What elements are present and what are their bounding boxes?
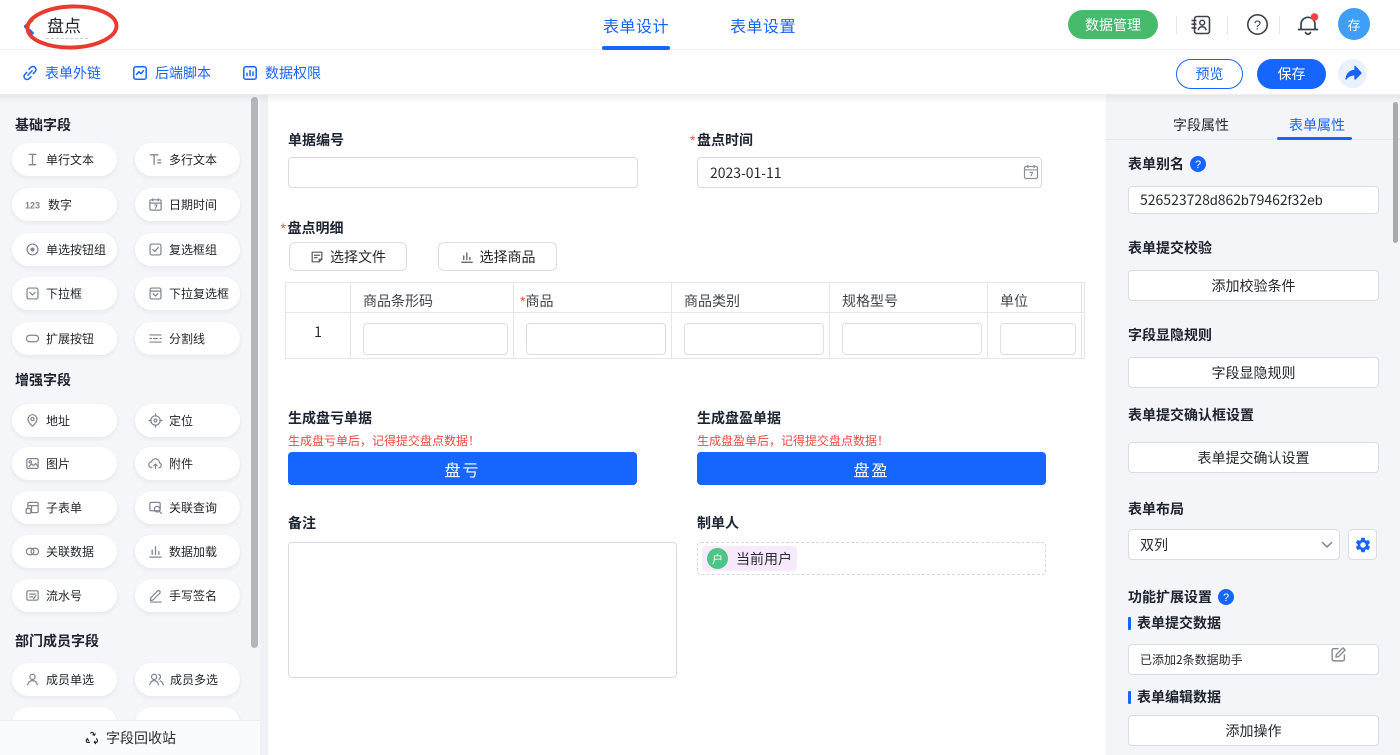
svg-text:?: ? [1254, 14, 1261, 33]
svg-text:123: 123 [25, 201, 40, 211]
